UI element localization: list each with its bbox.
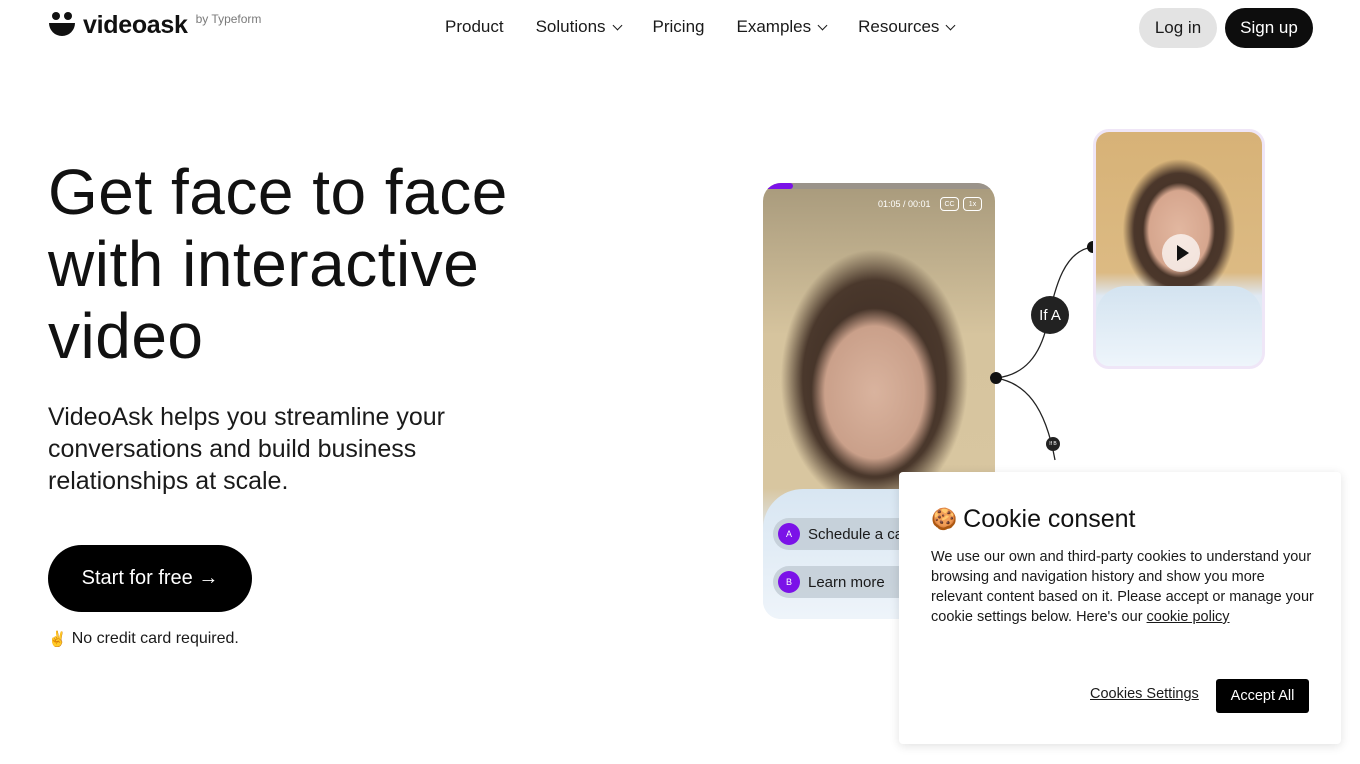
video-progress-fill <box>763 183 794 189</box>
cookie-icon: 🍪 <box>931 507 958 531</box>
nav-resources-label: Resources <box>858 17 940 36</box>
accept-all-button[interactable]: Accept All <box>1216 679 1309 713</box>
video-person-shirt <box>1096 286 1262 366</box>
cookie-policy-link[interactable]: cookie policy <box>1147 609 1230 625</box>
branch-origin-node <box>990 372 1002 384</box>
choice-badge-b: B <box>778 571 800 593</box>
nav-pricing-label: Pricing <box>652 17 705 36</box>
nav-solutions-label: Solutions <box>535 17 606 36</box>
choice-badge-a: A <box>778 523 800 545</box>
response-video-preview[interactable] <box>1093 129 1265 369</box>
playback-speed-button[interactable]: 1x <box>963 197 982 211</box>
cookie-description-text: We use our own and third-party cookies t… <box>931 549 1314 625</box>
play-icon <box>1176 245 1189 261</box>
no-credit-card-text: No credit card required. <box>71 630 239 647</box>
branch-connector <box>990 241 1099 461</box>
video-progress-track <box>763 183 995 189</box>
hero-subtitle: VideoAsk helps you streamline your conve… <box>48 403 445 495</box>
no-credit-card-note: ✌️ No credit card required. <box>48 630 239 648</box>
nav-examples-label: Examples <box>736 17 812 36</box>
victory-hand-icon: ✌️ <box>48 631 67 648</box>
logo-smiley-icon <box>49 12 75 38</box>
nav-resources[interactable]: Resources <box>858 17 956 37</box>
logo[interactable]: videoask by Typeform <box>49 12 261 38</box>
signup-button[interactable]: Sign up <box>1225 8 1313 48</box>
choice-label-b: Learn more <box>808 573 885 591</box>
cookie-title-text: Cookie consent <box>963 505 1136 533</box>
chevron-down-icon <box>945 20 956 30</box>
nav-examples[interactable]: Examples <box>736 17 828 37</box>
captions-button[interactable]: CC <box>940 197 959 211</box>
cookie-description: We use our own and third-party cookies t… <box>931 547 1316 627</box>
site-header: videoask by Typeform Product Solutions P… <box>0 0 1360 56</box>
nav-pricing[interactable]: Pricing <box>653 17 705 37</box>
start-for-free-button[interactable]: Start for free → <box>48 545 252 612</box>
cookie-consent-dialog: 🍪 Cookie consent We use our own and thir… <box>899 472 1341 744</box>
chevron-down-icon <box>817 20 828 30</box>
nav-solutions[interactable]: Solutions <box>535 17 622 37</box>
branch-if-a: If A <box>1031 296 1069 334</box>
logo-by-typeform: by Typeform <box>195 12 262 26</box>
cookies-settings-button[interactable]: Cookies Settings <box>1090 686 1199 702</box>
login-button[interactable]: Log in <box>1139 8 1217 48</box>
video-time: 01:05 / 00:01 <box>878 199 931 209</box>
hero-title: Get face to face with interactive video <box>48 156 508 372</box>
cookie-title: 🍪 Cookie consent <box>931 505 1135 534</box>
chevron-down-icon <box>612 20 622 30</box>
main-nav: Product Solutions Pricing Examples Resou… <box>445 17 986 37</box>
logo-wordmark: videoask <box>83 11 188 39</box>
play-button[interactable] <box>1162 234 1200 272</box>
nav-product[interactable]: Product <box>445 17 504 37</box>
choice-label-a: Schedule a call <box>808 525 910 543</box>
branch-if-b: If B <box>1046 437 1060 451</box>
nav-product-label: Product <box>445 17 504 36</box>
